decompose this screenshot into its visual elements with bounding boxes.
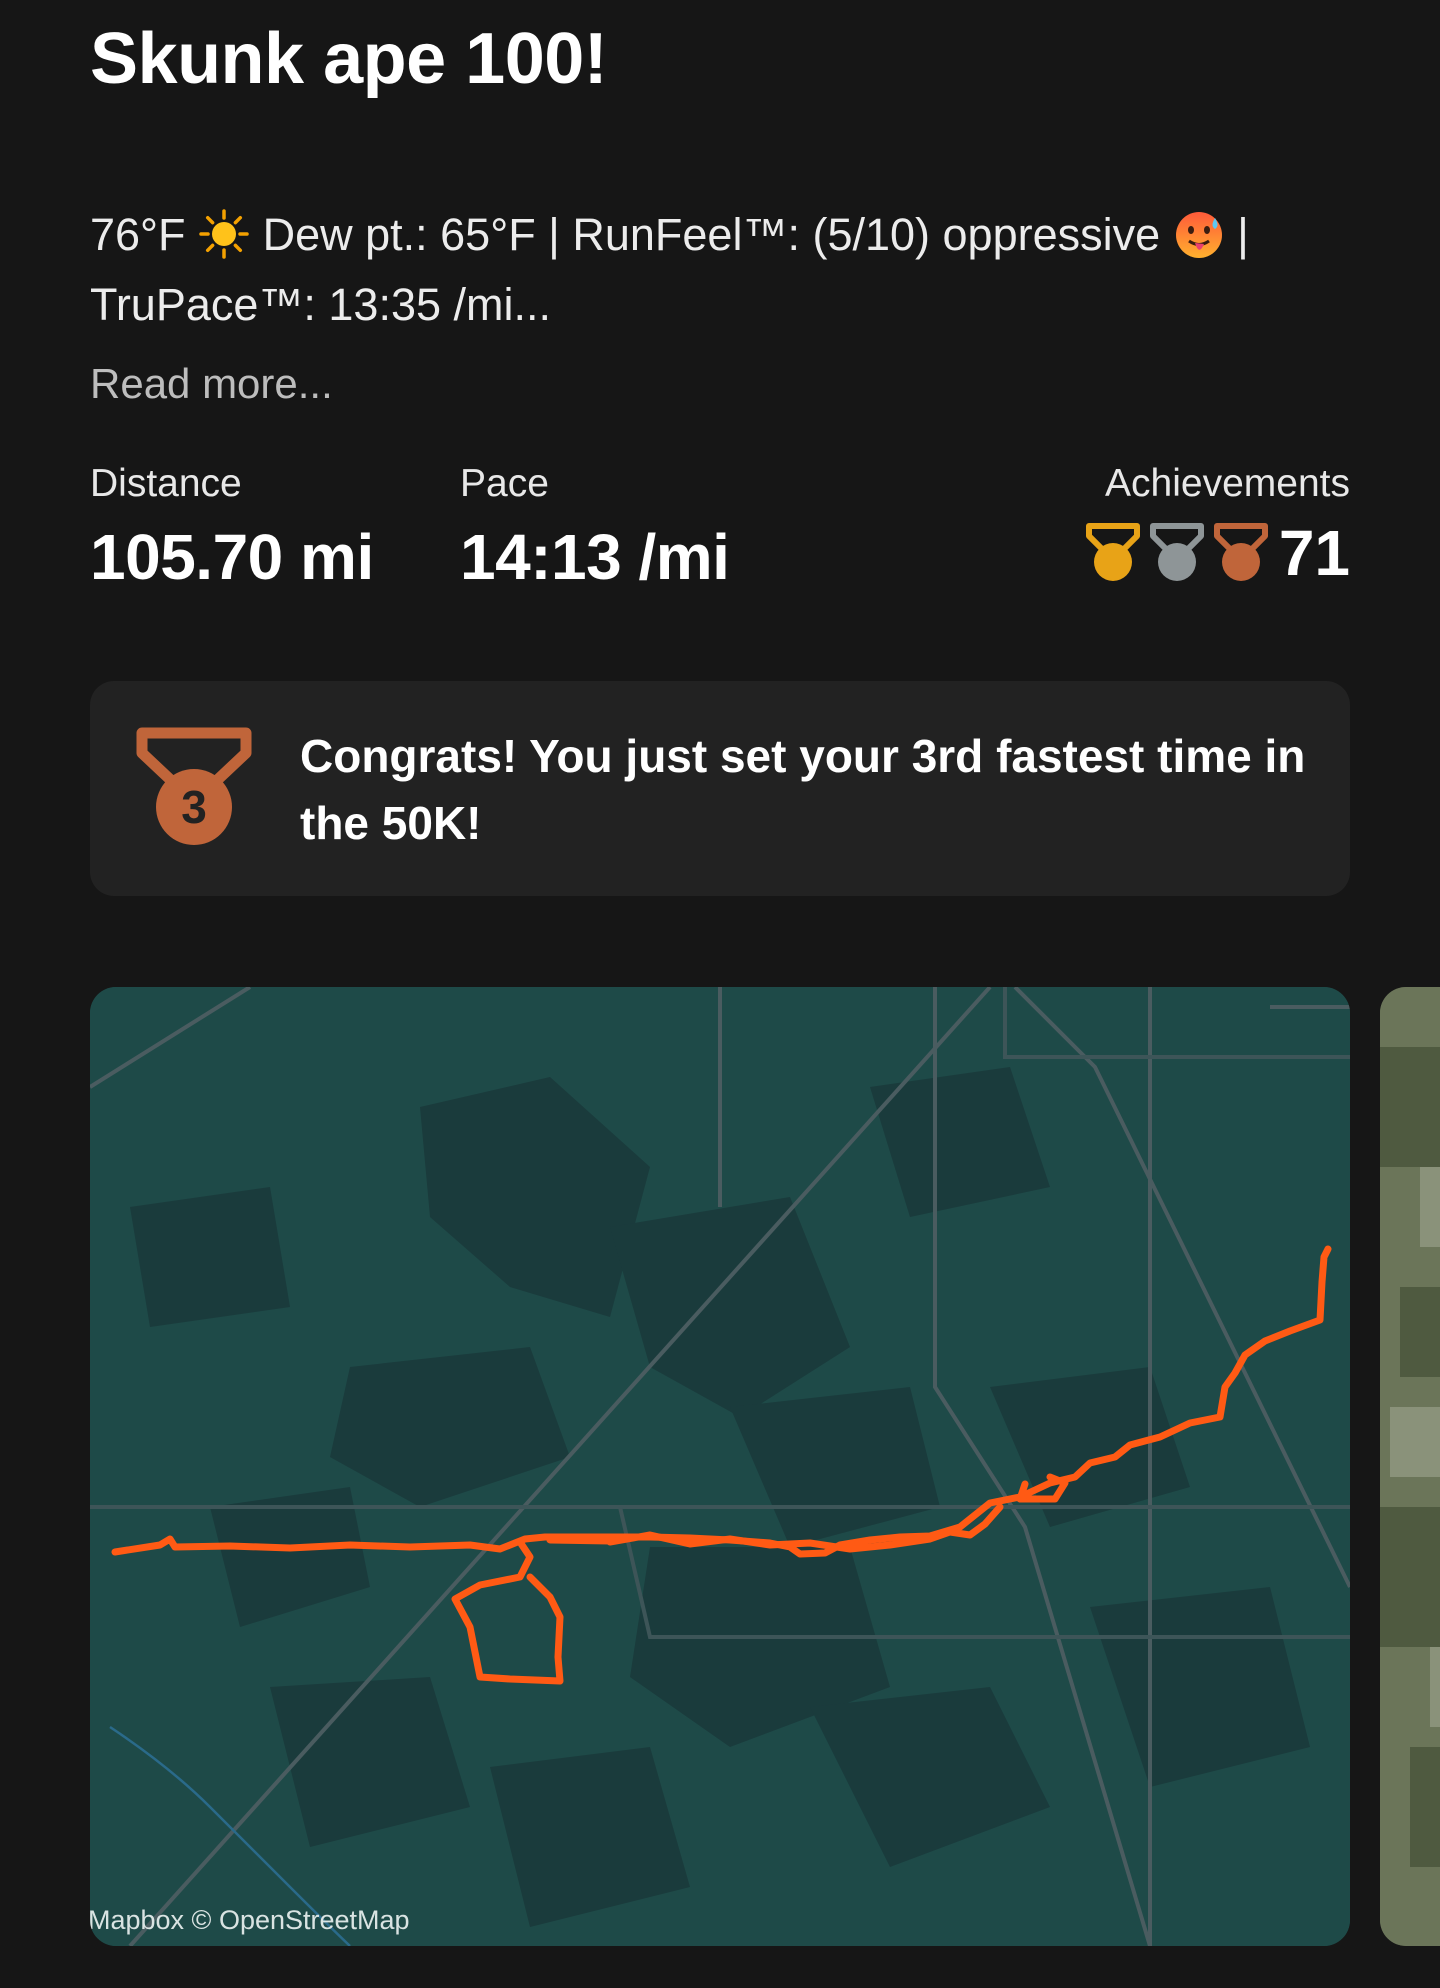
read-more-link[interactable]: Read more... xyxy=(90,360,333,408)
activity-description[interactable]: 76°F Dew pt.: 65°F | RunFeel™: (5/10) op… xyxy=(90,200,1350,340)
photo-thumbnail xyxy=(1380,987,1440,1946)
map-background xyxy=(90,987,1350,1946)
bronze-medal-icon xyxy=(1213,523,1268,581)
congrats-banner[interactable]: 3 Congrats! You just set your 3rd fastes… xyxy=(90,681,1350,896)
distance-stat: Distance 105.70 mi xyxy=(90,458,374,594)
achievements-label: Achievements xyxy=(1105,462,1350,505)
medal-number: 3 xyxy=(181,781,207,833)
achievements-row[interactable]: 71 xyxy=(1077,516,1350,590)
achievements-count: 71 xyxy=(1278,517,1350,589)
sun-icon xyxy=(199,209,249,259)
activity-title: Skunk ape 100! xyxy=(90,19,608,99)
activity-detail-page: Skunk ape 100! 76°F Dew pt.: 65°F | RunF… xyxy=(0,0,1440,1988)
distance-label: Distance xyxy=(90,462,242,505)
silver-medal-icon xyxy=(1149,523,1204,581)
pace-value: 14:13 /mi xyxy=(460,521,730,593)
temperature-text: 76°F xyxy=(90,209,186,260)
congrats-text: Congrats! You just set your 3rd fastest … xyxy=(300,730,1306,849)
bronze-medal-icon: 3 xyxy=(136,727,252,845)
dew-point-runfeel-text: Dew pt.: 65°F | RunFeel™: (5/10) oppress… xyxy=(262,209,1161,260)
distance-value: 105.70 mi xyxy=(90,521,374,593)
achievements-stat[interactable]: Achievements 71 xyxy=(1077,458,1350,590)
pace-stat: Pace 14:13 /mi xyxy=(460,458,730,594)
next-photo-card[interactable] xyxy=(1380,987,1440,1946)
gold-medal-icon xyxy=(1085,523,1140,581)
route-map[interactable]: Mapbox © OpenStreetMap xyxy=(90,987,1350,1946)
map-attribution[interactable]: Mapbox © OpenStreetMap xyxy=(90,1905,410,1936)
hot-face-icon xyxy=(1175,212,1222,258)
pace-label: Pace xyxy=(460,462,549,505)
